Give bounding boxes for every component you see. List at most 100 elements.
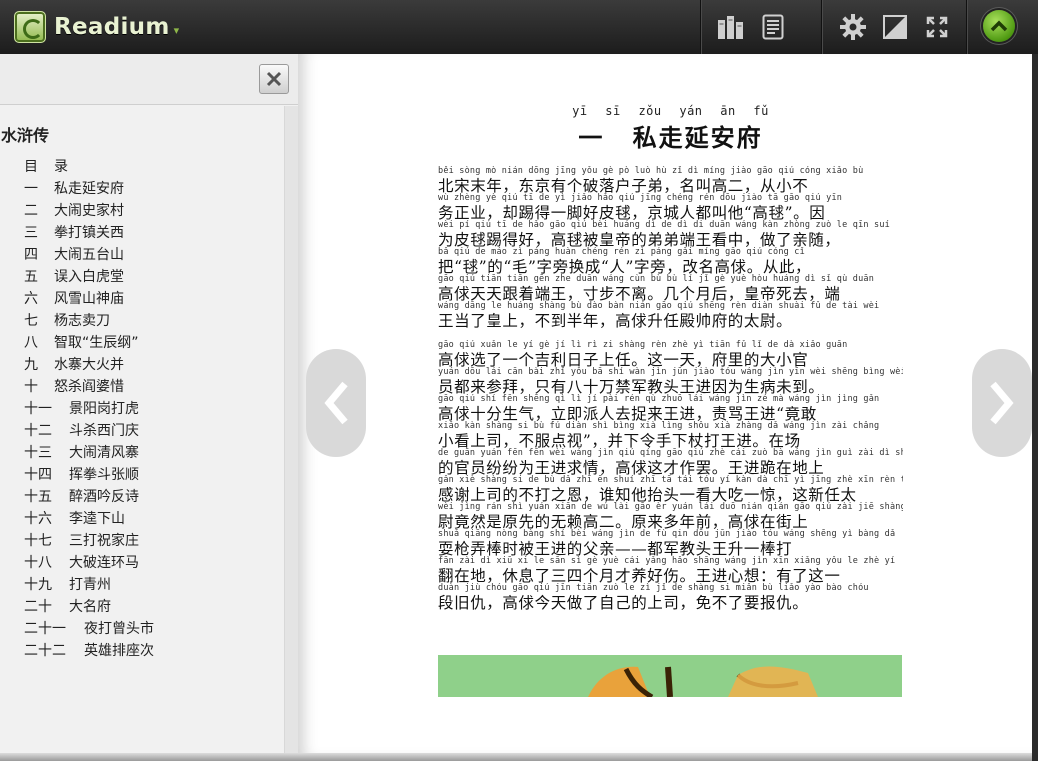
chinese-text: 段旧仇，高俅今天做了自己的上司，免不了要报仇。 bbox=[438, 594, 809, 612]
contrast-button[interactable] bbox=[880, 12, 910, 42]
toc-item-number: 十八 bbox=[24, 555, 52, 571]
toolbar-divider bbox=[700, 0, 701, 54]
chapter-title: 一 私走延安府 bbox=[578, 124, 763, 152]
toc-item[interactable]: 二大闹史家村 bbox=[24, 200, 154, 222]
toc-item[interactable]: 二十二 英雄排座次 bbox=[24, 640, 154, 662]
toc-item-number: 二十二 bbox=[24, 643, 66, 659]
toc-item-label: 醉酒吟反诗 bbox=[69, 489, 139, 505]
toc-item[interactable]: 五误入白虎堂 bbox=[24, 266, 154, 288]
toc-item-label: 怒杀阎婆惜 bbox=[54, 379, 124, 395]
toc-item[interactable]: 三拳打镇关西 bbox=[24, 222, 154, 244]
library-button[interactable] bbox=[716, 12, 746, 42]
toc-item-label: 大闹清风寨 bbox=[69, 445, 139, 461]
toc-item-number: 五 bbox=[24, 269, 38, 285]
chevron-left-icon bbox=[324, 381, 348, 425]
toc-item-number: 二十 bbox=[24, 599, 52, 615]
scroll-up-icon bbox=[990, 20, 1008, 32]
toc-item-label: 误入白虎堂 bbox=[54, 269, 124, 285]
toc-item-number: 八 bbox=[24, 335, 38, 351]
toc-item-number: 十七 bbox=[24, 533, 52, 549]
toc-item[interactable]: 七杨志卖刀 bbox=[24, 310, 154, 332]
next-page-button[interactable] bbox=[972, 349, 1032, 457]
toc-item[interactable]: 十九 打青州 bbox=[24, 574, 154, 596]
text-line: bǎ qiú de máo zì páng huàn chéng rén zì … bbox=[438, 247, 903, 276]
toc-item-number: 十 bbox=[24, 379, 38, 395]
text-line: gāo qiú tiān tiān gēn zhe duān wáng cùn … bbox=[438, 274, 903, 303]
text-line: shuǎ qiāng nòng bàng shí bèi wáng jìn de… bbox=[438, 529, 903, 558]
readium-logo[interactable]: Readium ▾ bbox=[14, 10, 179, 44]
settings-button[interactable] bbox=[838, 12, 868, 42]
chapter-title-pinyin: yī sī zǒu yán ān fǔ bbox=[572, 104, 769, 118]
toc-item-label: 大名府 bbox=[69, 599, 111, 615]
toc-item[interactable]: 十三 大闹清风寨 bbox=[24, 442, 154, 464]
toc-item-label: 三打祝家庄 bbox=[69, 533, 139, 549]
toc-item-label: 景阳岗打虎 bbox=[69, 401, 139, 417]
toc-item-number: 一 bbox=[24, 181, 38, 197]
toolbar-divider bbox=[821, 0, 822, 54]
close-sidebar-button[interactable] bbox=[259, 64, 289, 94]
toc-item-label: 李逵下山 bbox=[69, 511, 125, 527]
scroll-up-button[interactable] bbox=[983, 10, 1015, 42]
toc-item[interactable]: 九水寨大火并 bbox=[24, 354, 154, 376]
chinese-text: 王当了皇上，不到半年，高俅升任殿帅府的太尉。 bbox=[438, 312, 793, 330]
toc-item[interactable]: 二十 大名府 bbox=[24, 596, 154, 618]
toc-item[interactable]: 八智取“生辰纲” bbox=[24, 332, 154, 354]
toc-item-number: 十九 bbox=[24, 577, 52, 593]
toc-item[interactable]: 十五 醉酒吟反诗 bbox=[24, 486, 154, 508]
toc-item-label: 打青州 bbox=[69, 577, 111, 593]
toc-item-number: 十一 bbox=[24, 401, 52, 417]
gear-icon bbox=[840, 14, 866, 40]
toc-item-number: 二 bbox=[24, 203, 38, 219]
library-icon bbox=[718, 16, 743, 39]
toc-item[interactable]: 目录 bbox=[24, 156, 154, 178]
text-line: wù zhèng yè qiú tī de yì jiǎo hǎo qiú jī… bbox=[438, 193, 903, 222]
toc-item-label: 大闹五台山 bbox=[54, 247, 124, 263]
toc-item[interactable]: 十七 三打祝家庄 bbox=[24, 530, 154, 552]
toc-item[interactable]: 十一 景阳岗打虎 bbox=[24, 398, 154, 420]
toc-item-number: 十六 bbox=[24, 511, 52, 527]
toc-item-label: 大破连环马 bbox=[69, 555, 139, 571]
top-toolbar: Readium ▾ bbox=[0, 0, 1038, 54]
toc-item-number: 十三 bbox=[24, 445, 52, 461]
toc-item[interactable]: 十怒杀阎婆惜 bbox=[24, 376, 154, 398]
text-line: yuán dōu lái cān bài zhǐ yǒu bā shí wàn … bbox=[438, 367, 903, 396]
toc-item-number: 四 bbox=[24, 247, 38, 263]
toc-item-label: 水寨大火并 bbox=[54, 357, 124, 373]
page-content: yī sī zǒu yán ān fǔ 一 私走延安府 běi sòng mò … bbox=[438, 104, 903, 612]
toc-item-number: 七 bbox=[24, 313, 38, 329]
text-line: gǎn xiè shàng si de bù dǎ zhī ēn shuí zh… bbox=[438, 475, 903, 504]
toc-item[interactable]: 六风雪山神庙 bbox=[24, 288, 154, 310]
toc-button[interactable] bbox=[758, 12, 788, 42]
text-line: wáng dāng le huáng shàng bù dào bàn nián… bbox=[438, 301, 903, 330]
toc-item[interactable]: 十八 大破连环马 bbox=[24, 552, 154, 574]
text-line: wèi jìng rán shì yuán xiān de wú lài gāo… bbox=[438, 502, 903, 531]
toc-item[interactable]: 四大闹五台山 bbox=[24, 244, 154, 266]
toolbar-divider bbox=[966, 0, 967, 54]
toc-item[interactable]: 十四 挥拳斗张顺 bbox=[24, 464, 154, 486]
window-bottom-edge bbox=[0, 753, 1032, 761]
text-line: fān zài dì xiū xi le sān sì gè yuè cái y… bbox=[438, 556, 903, 585]
toc-item-label: 挥拳斗张顺 bbox=[69, 467, 139, 483]
app-name: Readium bbox=[54, 14, 170, 40]
book-title[interactable]: 水浒传 bbox=[1, 122, 49, 146]
toc-item[interactable]: 十六 李逵下山 bbox=[24, 508, 154, 530]
toc-item[interactable]: 一私走延安府 bbox=[24, 178, 154, 200]
chevron-down-icon: ▾ bbox=[173, 23, 180, 37]
text-line: běi sòng mò nián dōng jīng yǒu gè pò luò… bbox=[438, 166, 903, 195]
chapter-title-block: yī sī zǒu yán ān fǔ 一 私走延安府 bbox=[438, 104, 903, 154]
toc-list: 目录一私走延安府二大闹史家村三拳打镇关西四大闹五台山五误入白虎堂六风雪山神庙七杨… bbox=[24, 156, 154, 662]
sidebar-scrollbar[interactable] bbox=[284, 106, 298, 753]
toc-item-number: 九 bbox=[24, 357, 38, 373]
text-line: wèi pí qiú tī de hǎo gāo qiú bèi huáng d… bbox=[438, 220, 903, 249]
toc-item-label: 私走延安府 bbox=[54, 181, 124, 197]
chevron-right-icon bbox=[990, 381, 1014, 425]
chapter-illustration bbox=[438, 655, 902, 697]
toc-icon bbox=[762, 14, 784, 40]
toc-item[interactable]: 十二 斗杀西门庆 bbox=[24, 420, 154, 442]
toc-item-label: 拳打镇关西 bbox=[54, 225, 124, 241]
prev-page-button[interactable] bbox=[306, 349, 366, 457]
reader-pane: yī sī zǒu yán ān fǔ 一 私走延安府 běi sòng mò … bbox=[298, 54, 1032, 753]
toc-item[interactable]: 二十一 夜打曾头市 bbox=[24, 618, 154, 640]
fullscreen-button[interactable] bbox=[922, 12, 952, 42]
text-line: duàn jiù chóu gāo qiú jīn tiān zuò le zì… bbox=[438, 583, 903, 612]
